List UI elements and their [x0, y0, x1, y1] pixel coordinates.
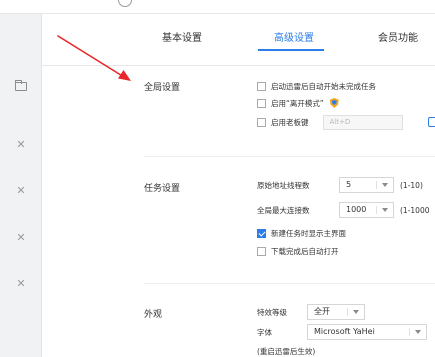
close-icon[interactable]: ✕	[15, 232, 27, 244]
close-icon[interactable]: ✕	[15, 139, 27, 151]
thread-count-select[interactable]: 5	[339, 177, 394, 193]
effect-level-value: 全开	[314, 307, 330, 316]
chevron-down-icon	[415, 330, 421, 334]
checkbox[interactable]	[257, 228, 266, 238]
tab-basic-settings[interactable]: 基本设置	[162, 29, 202, 44]
checkbox[interactable]	[257, 98, 266, 108]
boss-key-input[interactable]: Alt+D	[322, 114, 403, 130]
sidebar: ✕ ✕ ✕ ✕	[0, 14, 42, 357]
option-boss-key[interactable]: 启用老板键 Alt+D	[257, 114, 403, 130]
font-value: Microsoft YaHei	[314, 327, 375, 336]
tab-member-features[interactable]: 会员功能	[378, 29, 418, 44]
close-icon[interactable]: ✕	[15, 278, 27, 290]
top-toolbar	[0, 0, 435, 14]
settings-tabs: 基本设置 高级设置 会员功能	[42, 14, 435, 65]
thread-count-range: (1-10)	[400, 180, 423, 190]
tab-advanced-settings[interactable]: 高级设置	[274, 29, 314, 44]
section-title-global: 全局设置	[144, 83, 181, 93]
help-icon[interactable]	[118, 0, 132, 7]
max-connections-range: (1-1000	[400, 205, 430, 215]
section-divider	[144, 156, 435, 157]
settings-window: ✕ ✕ ✕ ✕ 基本设置 高级设置 会员功能 全局设置 启动迅雷后自动开始未完成…	[0, 0, 435, 357]
option-auto-open-on-complete[interactable]: 下载完成后自动打开	[257, 244, 339, 258]
section-title-appearance: 外观	[144, 310, 163, 320]
option-auto-resume[interactable]: 启动迅雷后自动开始未完成任务	[257, 79, 376, 93]
tabs-divider	[42, 65, 435, 66]
chevron-down-icon	[382, 208, 388, 212]
close-icon[interactable]: ✕	[15, 185, 27, 197]
checkbox[interactable]	[257, 246, 266, 256]
option-show-main-on-new-task[interactable]: 新建任务时显示主界面	[257, 226, 346, 240]
max-connections-row: 全局最大连接数 1000 (1-1000	[257, 202, 430, 218]
checkbox[interactable]	[257, 117, 266, 127]
edit-icon[interactable]	[428, 117, 435, 127]
max-connections-value: 1000	[346, 205, 367, 214]
chevron-down-icon	[353, 310, 359, 314]
checkbox[interactable]	[257, 81, 266, 91]
section-title-task: 任务设置	[144, 184, 181, 194]
font-label: 字体	[257, 327, 272, 337]
max-connections-select[interactable]: 1000	[339, 202, 394, 218]
thread-count-row: 原始地址线程数 5 (1-10)	[257, 177, 423, 193]
effect-level-select[interactable]: 全开	[307, 304, 365, 320]
font-select[interactable]: Microsoft YaHei	[307, 324, 427, 340]
restart-note: (重启迅雷后生效)	[257, 347, 316, 356]
option-label: 下载完成后自动打开	[271, 246, 339, 256]
font-row: 字体 Microsoft YaHei	[257, 324, 427, 340]
shield-icon	[329, 98, 339, 108]
effect-level-row: 特效等级 全开	[257, 304, 365, 320]
effect-level-label: 特效等级	[257, 307, 287, 317]
folder-icon[interactable]	[15, 80, 27, 91]
thread-count-label: 原始地址线程数	[257, 180, 310, 190]
chevron-down-icon	[382, 183, 388, 187]
option-label: 启动迅雷后自动开始未完成任务	[271, 81, 376, 91]
section-divider	[144, 283, 435, 284]
max-connections-label: 全局最大连接数	[257, 205, 310, 215]
option-label: 启用老板键	[271, 117, 309, 127]
option-label: 新建任务时显示主界面	[271, 228, 346, 238]
option-away-mode[interactable]: 启用“离开模式”	[257, 96, 339, 110]
option-label: 启用“离开模式”	[271, 98, 324, 108]
active-tab-indicator	[258, 49, 324, 51]
thread-count-value: 5	[346, 180, 352, 189]
